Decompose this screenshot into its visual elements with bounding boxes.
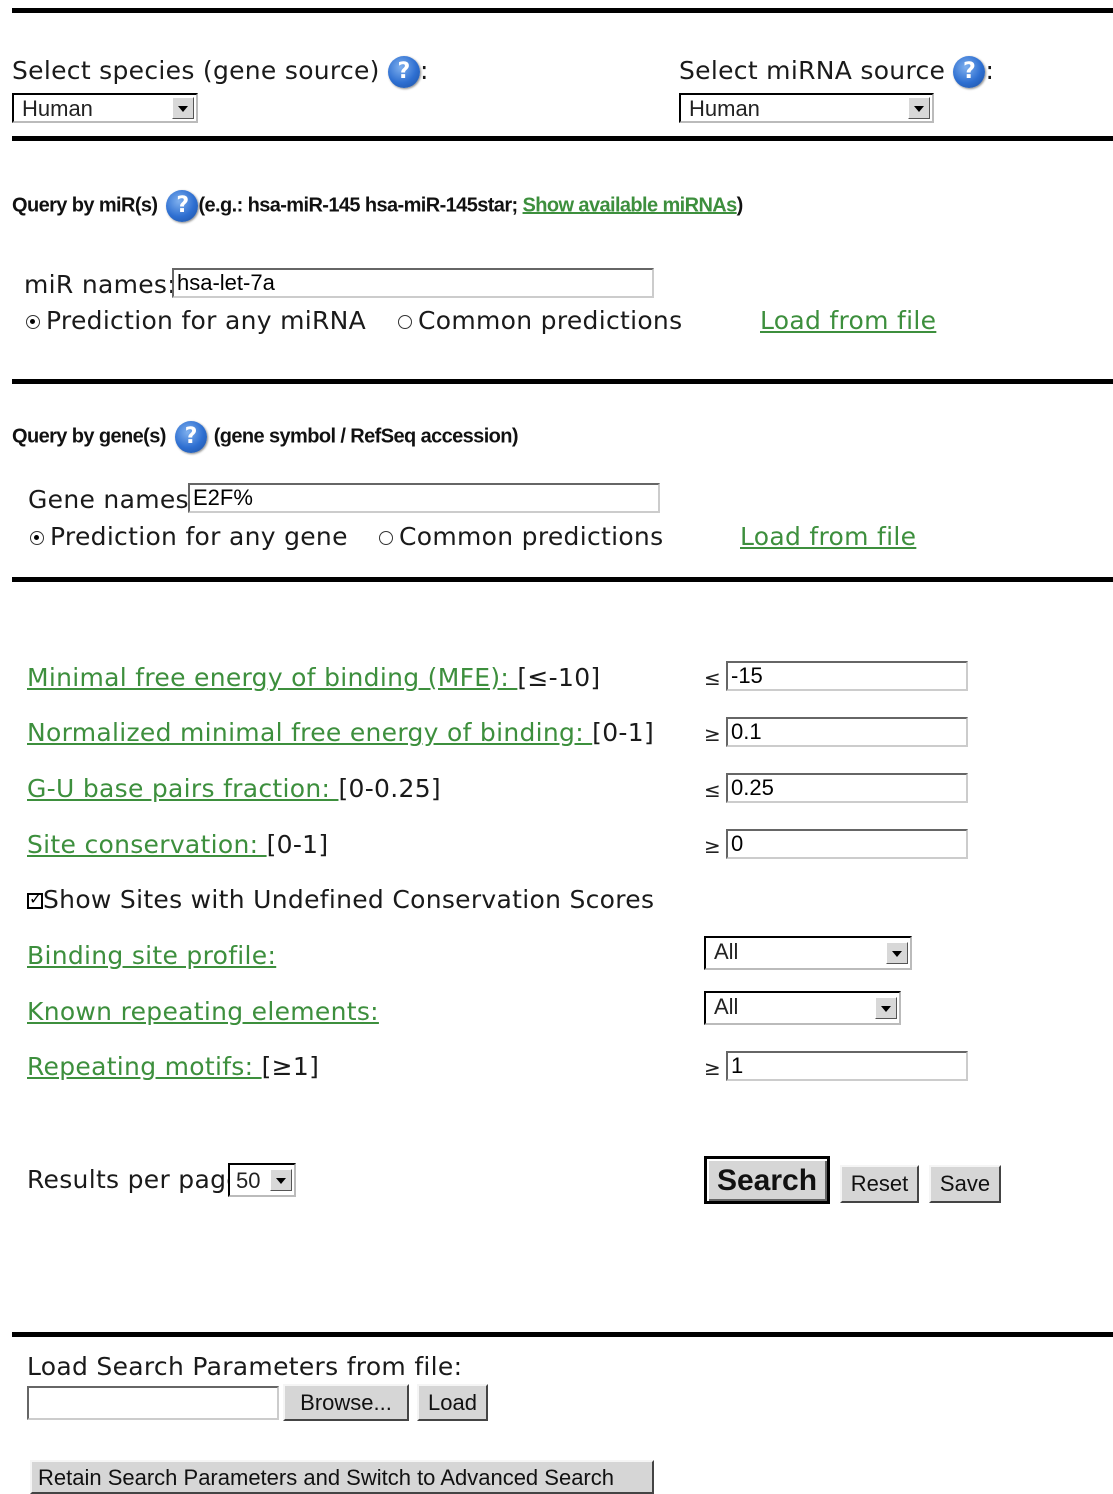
gu-operator: ≤ <box>704 778 721 802</box>
mirna-source-colon: : <box>985 56 995 85</box>
query-mir-example: (e.g.: hsa-miR-145 hsa-miR-145star; <box>198 194 523 217</box>
mirna-source-select[interactable]: Human <box>679 93 934 123</box>
nmfe-operator: ≥ <box>704 722 721 746</box>
mir-radio-any[interactable]: Prediction for any miRNA <box>26 306 366 335</box>
conservation-range: [0-1] <box>266 830 329 859</box>
conservation-link[interactable]: Site conservation: <box>27 830 267 859</box>
species-label: Select species (gene source) ?: <box>12 56 429 88</box>
repeating-motifs-link[interactable]: Repeating motifs: <box>27 1052 262 1081</box>
radio-button[interactable] <box>379 531 393 545</box>
radio-button[interactable] <box>26 315 40 329</box>
gene-radio-common[interactable]: Common predictions <box>379 522 663 551</box>
help-icon[interactable]: ? <box>388 56 420 88</box>
radio-button[interactable] <box>398 315 412 329</box>
query-mir-header: Query by miR(s) ? (e.g.: hsa-miR-145 hsa-… <box>12 190 743 222</box>
conservation-operator: ≥ <box>704 834 721 858</box>
gu-range: [0-0.25] <box>338 774 441 803</box>
filter-conservation: Site conservation: [0-1] <box>27 830 328 859</box>
species-select[interactable]: Human <box>12 93 198 123</box>
binding-site-profile-link[interactable]: Binding site profile: <box>27 941 276 970</box>
filter-gu: G-U base pairs fraction: [0-0.25] <box>27 774 441 803</box>
mfe-range: [≤-10] <box>517 663 601 692</box>
query-gene-hint: (gene symbol / RefSeq accession) <box>213 425 519 448</box>
mirna-source-label: Select miRNA source ?: <box>679 56 994 88</box>
search-button[interactable]: Search <box>704 1156 830 1204</box>
divider-gene <box>12 577 1113 582</box>
load-button[interactable]: Load <box>417 1384 488 1421</box>
mir-radio-any-label: Prediction for any miRNA <box>46 306 367 335</box>
results-per-page-label: Results per page <box>27 1165 242 1194</box>
known-repeating-elements-link[interactable]: Known repeating elements: <box>27 997 379 1026</box>
mir-radio-common-label: Common predictions <box>418 306 683 335</box>
help-icon[interactable]: ? <box>174 421 207 453</box>
divider-mir <box>12 379 1113 384</box>
motifs-input[interactable]: 1 <box>726 1051 968 1081</box>
chevron-down-icon[interactable] <box>875 997 897 1019</box>
gene-load-from-file-link[interactable]: Load from file <box>740 522 916 551</box>
switch-to-advanced-search-button[interactable]: Retain Search Parameters and Switch to A… <box>30 1460 654 1494</box>
chevron-down-icon[interactable] <box>172 97 194 119</box>
known-repeating-elements-select[interactable]: All <box>704 991 901 1025</box>
binding-site-profile-value: All <box>714 939 739 964</box>
undefined-conservation-label: Show Sites with Undefined Conservation S… <box>43 885 655 914</box>
gene-radio-any-label: Prediction for any gene <box>50 522 348 551</box>
query-gene-title: Query by gene(s) <box>12 425 166 448</box>
gu-link[interactable]: G-U base pairs fraction: <box>27 774 338 803</box>
reset-button[interactable]: Reset <box>840 1165 919 1203</box>
gene-radio-common-label: Common predictions <box>399 522 664 551</box>
species-colon: : <box>420 56 429 85</box>
load-params-label: Load Search Parameters from file: <box>27 1352 463 1381</box>
gene-names-input[interactable]: E2F% <box>188 483 660 513</box>
filter-profile: Binding site profile: <box>27 941 276 970</box>
conservation-input[interactable]: 0 <box>726 829 968 859</box>
query-mir-example-end: ) <box>736 194 744 217</box>
nmfe-range: [0-1] <box>592 718 655 747</box>
radio-button[interactable] <box>30 531 44 545</box>
results-per-page-value: 50 <box>236 1168 261 1193</box>
gene-names-label: Gene names: <box>28 485 198 514</box>
mfe-input[interactable]: -15 <box>726 661 968 691</box>
filter-motifs: Repeating motifs: [≥1] <box>27 1052 319 1081</box>
filter-mfe: Minimal free energy of binding (MFE): [≤… <box>27 663 600 692</box>
mirna-source-label-text: Select miRNA source <box>679 56 946 85</box>
chevron-down-icon[interactable] <box>270 1169 292 1191</box>
load-params-file-input[interactable] <box>27 1386 279 1420</box>
show-available-mirnas-link[interactable]: Show available miRNAs <box>523 194 738 216</box>
gene-radio-any[interactable]: Prediction for any gene <box>30 522 348 551</box>
save-button[interactable]: Save <box>929 1165 1001 1203</box>
results-per-page-select[interactable]: 50 <box>228 1163 296 1197</box>
mir-load-from-file-link[interactable]: Load from file <box>760 306 936 335</box>
filter-nmfe: Normalized minimal free energy of bindin… <box>27 718 654 747</box>
help-icon[interactable]: ? <box>166 190 199 222</box>
nmfe-link[interactable]: Normalized minimal free energy of bindin… <box>27 718 592 747</box>
undefined-conservation-checkbox[interactable] <box>27 889 43 909</box>
mir-names-label: miR names: <box>24 270 176 299</box>
query-mir-title: Query by miR(s) <box>12 194 158 217</box>
divider-top <box>12 8 1113 13</box>
mir-names-input[interactable]: hsa-let-7a <box>172 268 654 298</box>
filter-repeats: Known repeating elements: <box>27 997 379 1026</box>
browse-button[interactable]: Browse... <box>283 1384 409 1421</box>
chevron-down-icon[interactable] <box>886 942 908 964</box>
known-repeating-elements-value: All <box>714 994 739 1019</box>
nmfe-input[interactable]: 0.1 <box>726 717 968 747</box>
undefined-conservation-option[interactable]: Show Sites with Undefined Conservation S… <box>27 885 654 914</box>
query-gene-header: Query by gene(s) ? (gene symbol / RefSeq… <box>12 421 519 453</box>
gu-input[interactable]: 0.25 <box>726 773 968 803</box>
mfe-link[interactable]: Minimal free energy of binding (MFE): <box>27 663 517 692</box>
divider-species <box>12 136 1113 141</box>
help-icon[interactable]: ? <box>953 56 986 88</box>
divider-bottom <box>12 1332 1113 1337</box>
repeating-motifs-range: [≥1] <box>261 1052 320 1081</box>
chevron-down-icon[interactable] <box>908 97 930 119</box>
mfe-operator: ≤ <box>704 666 721 690</box>
binding-site-profile-select[interactable]: All <box>704 936 912 970</box>
species-label-text: Select species (gene source) <box>12 56 380 85</box>
species-select-value: Human <box>22 96 93 121</box>
mir-radio-common[interactable]: Common predictions <box>398 306 682 335</box>
motifs-operator: ≥ <box>704 1056 721 1080</box>
mirna-source-select-value: Human <box>689 96 760 121</box>
